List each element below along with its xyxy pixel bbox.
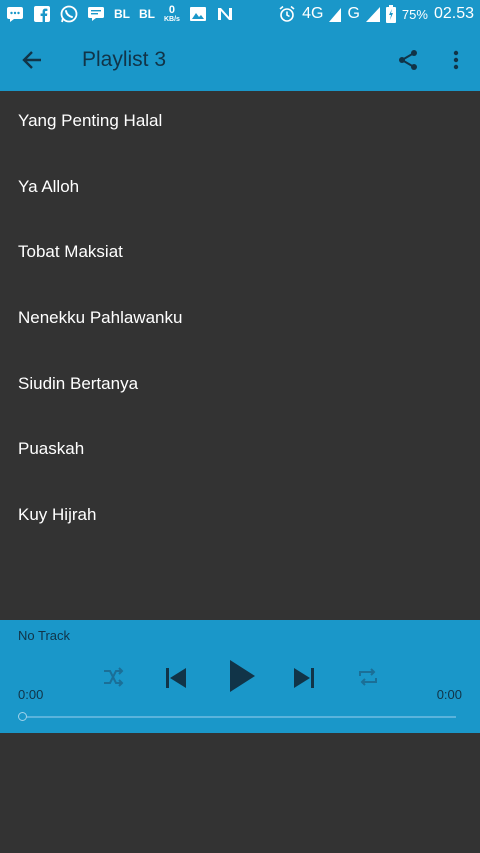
now-playing-title: No Track: [18, 628, 71, 643]
previous-button[interactable]: [160, 662, 192, 694]
total-duration: 0:00: [436, 687, 462, 702]
more-options-button[interactable]: [432, 28, 480, 91]
track-title: Ya Alloh: [18, 176, 80, 196]
facebook-icon: [33, 6, 51, 22]
play-button[interactable]: [222, 656, 262, 696]
next-button[interactable]: [288, 662, 320, 694]
seek-thumb[interactable]: [18, 712, 27, 721]
status-bar: BL BL 0 KB/s 4G G 75% 02.53: [0, 0, 480, 28]
signal-icon: [329, 6, 342, 22]
skip-next-icon: [294, 668, 314, 688]
seek-bar[interactable]: [18, 712, 456, 721]
app-bar: Playlist 3: [0, 28, 480, 91]
battery-level: 75%: [401, 6, 428, 22]
list-item[interactable]: Yang Penting Halal: [0, 85, 480, 158]
track-title: Nenekku Pahlawanku: [18, 308, 183, 328]
track-title: Kuy Hijrah: [18, 504, 97, 524]
list-item[interactable]: Tobat Maksiat: [0, 216, 480, 289]
whatsapp-icon: [60, 5, 78, 23]
back-button[interactable]: [0, 28, 64, 91]
repeat-button[interactable]: [352, 662, 384, 692]
track-title: Siudin Bertanya: [18, 373, 139, 393]
shuffle-button[interactable]: [98, 662, 128, 692]
network-4g: 4G: [302, 5, 324, 22]
clock: 02.53: [433, 5, 474, 22]
page-title: Playlist 3: [82, 47, 167, 71]
bl-indicator: BL: [114, 7, 130, 21]
play-icon: [230, 660, 255, 692]
network-g: G: [347, 5, 360, 22]
network-speed: 0 KB/s: [164, 3, 180, 23]
n-icon: [216, 6, 234, 22]
list-item[interactable]: Siudin Bertanya: [0, 347, 480, 420]
skip-previous-icon: [166, 668, 186, 688]
share-icon: [399, 49, 417, 70]
arrow-back-icon: [22, 50, 41, 69]
more-vert-icon: [453, 50, 459, 69]
elapsed-time: 0:00: [18, 687, 44, 702]
share-button[interactable]: [384, 28, 432, 91]
list-item[interactable]: Ya Alloh: [0, 151, 480, 224]
mini-player: No Track 0:00 0:00: [0, 620, 480, 733]
repeat-icon: [359, 668, 377, 686]
list-item[interactable]: Puaskah: [0, 413, 480, 486]
player-controls: [0, 656, 480, 700]
track-title: Tobat Maksiat: [18, 242, 123, 262]
list-item[interactable]: Kuy Hijrah: [0, 479, 480, 552]
chat-icon: [87, 6, 105, 22]
list-item[interactable]: Nenekku Pahlawanku: [0, 282, 480, 355]
track-title: Yang Penting Halal: [18, 111, 163, 131]
alarm-icon: [278, 5, 296, 22]
battery-icon: [385, 5, 396, 23]
message-icon: [6, 6, 24, 22]
signal-icon: [365, 6, 380, 22]
bl-indicator: BL: [139, 7, 155, 21]
shuffle-icon: [104, 667, 124, 687]
playlist: Yang Penting Halal Ya Alloh Tobat Maksia…: [0, 91, 480, 551]
track-title: Puaskah: [18, 439, 85, 459]
photo-icon: [189, 6, 207, 22]
